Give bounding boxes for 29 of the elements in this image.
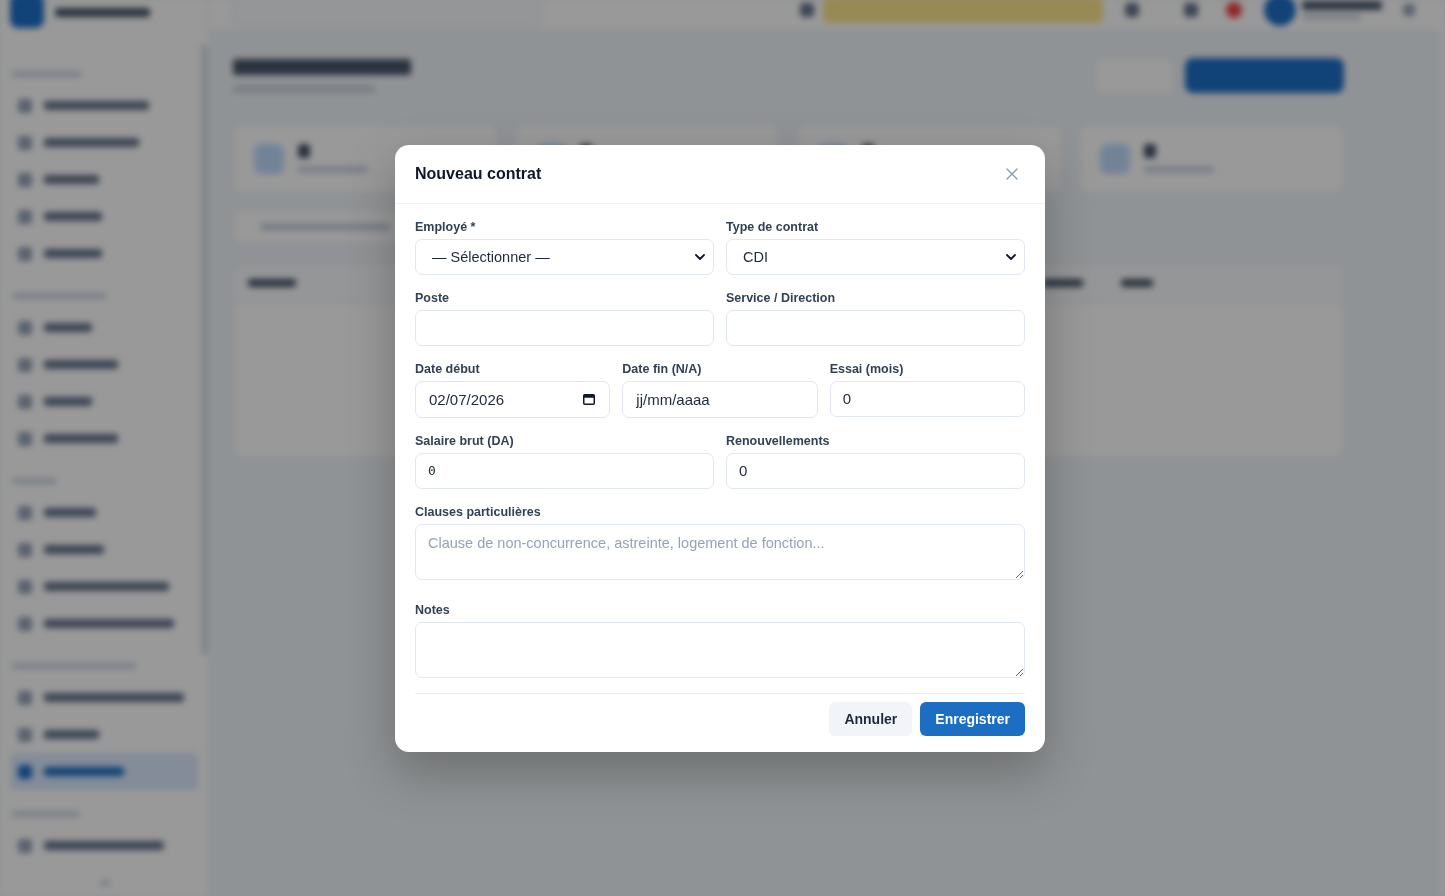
date-field[interactable]: 02/07/2026 (415, 380, 611, 418)
field-label: Date début (415, 360, 481, 377)
text-field[interactable] (415, 309, 714, 346)
field-label: Renouvellements (726, 432, 831, 449)
dropdown-field[interactable]: CDI (726, 238, 1025, 275)
close-icon[interactable] (1006, 167, 1018, 180)
field-label: Essai (mois) (829, 360, 905, 377)
text-field[interactable] (726, 309, 1025, 346)
save-button[interactable]: Enregistrer (920, 701, 1025, 736)
field-label: Type de contrat (726, 218, 820, 235)
field-label: Notes (415, 601, 451, 618)
field-label: Employé * (415, 218, 477, 235)
text-area[interactable] (415, 621, 1025, 678)
number-field[interactable]: 0 (829, 380, 1025, 417)
field-label: Service / Direction (726, 289, 837, 306)
field-label: Poste (415, 289, 451, 306)
date-field[interactable]: jj/mm/aaaa (622, 380, 818, 418)
dialog-title: Nouveau contrat (415, 163, 542, 184)
text-area[interactable]: Clause de non-concurrence, astreinte, logement de fonction... (415, 523, 1025, 580)
calendar-icon[interactable] (583, 392, 596, 405)
number-field[interactable]: 0 (726, 452, 1025, 489)
dropdown-field[interactable]: — Sélectionner — (415, 238, 714, 275)
field-label: Date fin (N/A) (622, 360, 703, 377)
chevron-down-icon (1006, 253, 1016, 260)
chevron-down-icon (695, 253, 705, 260)
field-label: Clauses particulières (415, 503, 542, 520)
number-field[interactable]: 0 (415, 452, 714, 489)
cancel-button[interactable]: Annuler (829, 701, 913, 736)
field-label: Salaire brut (DA) (415, 432, 515, 449)
